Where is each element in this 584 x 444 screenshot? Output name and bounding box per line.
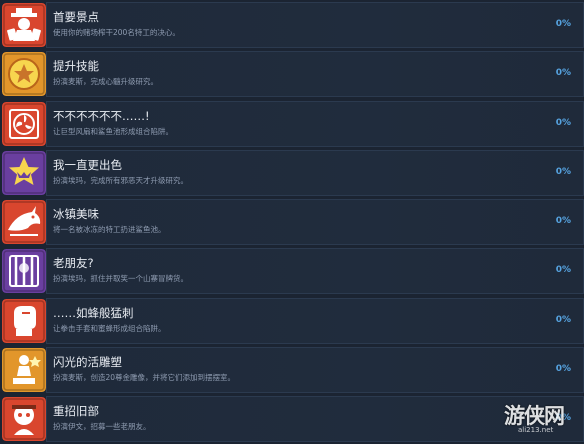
fan-trap-icon [2,102,46,146]
achievement-row[interactable]: 不不不不不不……! 让巨型风扇和鲨鱼池形成组合陷阱。 0% [0,101,584,149]
achievement-row[interactable]: 老朋友? 扮演埃玛，抓住并取笑一个山寨冒牌货。 0% [0,248,584,296]
achievement-description: 扮演麦斯，完成心髓升级研究。 [53,77,158,86]
achievement-row[interactable]: ……如蜂般猛刺 让拳击手套和蜜蜂形成组合陷阱。 0% [0,298,584,346]
watermark-url: ali213.net [518,426,554,434]
achievement-row[interactable]: 闪光的活雕塑 扮演麦斯，创造20尊金雕像，并将它们添加到摆摆室。 0% [0,347,584,395]
gangster-cards-icon-art [2,3,46,47]
achievement-title: 老朋友? [53,256,94,270]
golden-statue-icon-art [2,348,46,392]
achievement-title: 闪光的活雕塑 [53,355,122,369]
old-friends-icon-art [2,397,46,441]
achievement-description: 扮演麦斯，创造20尊金雕像，并将它们添加到摆摆室。 [53,373,236,382]
achievement-description: 扮演埃玛，完成所有邪恶天才升级研究。 [53,176,188,185]
achievement-panel: 不不不不不不……! 让巨型风扇和鲨鱼池形成组合陷阱。 0% [46,101,584,147]
achievement-percent: 0% [555,315,571,325]
achievement-description: 让巨型风扇和鲨鱼池形成组合陷阱。 [53,127,173,136]
watermark-logo: 游侠网 ali213.net [504,392,580,440]
achievement-percent: 0% [555,68,571,78]
achievement-title: 重招旧部 [53,404,99,418]
golden-statue-icon [2,348,46,392]
old-friends-icon [2,397,46,441]
achievement-description: 让拳击手套和蜜蜂形成组合陷阱。 [53,324,166,333]
boxing-glove-icon [2,299,46,343]
achievement-title: 我一直更出色 [53,158,122,172]
achievement-panel: 首要景点 使用你的赌场榨干200名特工的决心。 0% [46,2,584,48]
jail-bars-icon-art [2,249,46,293]
shark-icon-art [2,200,46,244]
achievement-panel: ……如蜂般猛刺 让拳击手套和蜜蜂形成组合陷阱。 0% [46,298,584,344]
achievement-title: 冰镇美味 [53,207,99,221]
jail-bars-icon [2,249,46,293]
achievement-panel: 冰镇美味 将一名被冰冻的特工扔进鲨鱼池。 0% [46,199,584,245]
achievement-title: 首要景点 [53,10,99,24]
achievement-row[interactable]: 首要景点 使用你的赌场榨干200名特工的决心。 0% [0,2,584,50]
achievement-row[interactable]: 我一直更出色 扮演埃玛，完成所有邪恶天才升级研究。 0% [0,150,584,198]
achievement-panel: 提升技能 扮演麦斯，完成心髓升级研究。 0% [46,51,584,97]
achievement-description: 将一名被冰冻的特工扔进鲨鱼池。 [53,225,166,234]
achievement-description: 使用你的赌场榨干200名特工的决心。 [53,28,180,37]
shark-icon [2,200,46,244]
fan-trap-icon-art [2,102,46,146]
star-villain-icon [2,151,46,195]
achievement-percent: 0% [555,216,571,226]
achievement-percent: 0% [555,265,571,275]
achievement-panel: 老朋友? 扮演埃玛，抓住并取笑一个山寨冒牌货。 0% [46,248,584,294]
achievement-percent: 0% [555,19,571,29]
achievement-description: 扮演伊文，招募一些老朋友。 [53,422,151,431]
achievement-panel: 闪光的活雕塑 扮演麦斯，创造20尊金雕像，并将它们添加到摆摆室。 0% [46,347,584,393]
achievement-title: 提升技能 [53,59,99,73]
achievement-description: 扮演埃玛，抓住并取笑一个山寨冒牌货。 [53,274,188,283]
gold-star-badge-icon [2,52,46,96]
achievement-title: 不不不不不不……! [53,109,150,123]
achievement-percent: 0% [555,364,571,374]
star-villain-icon-art [2,151,46,195]
achievement-row[interactable]: 重招旧部 扮演伊文，招募一些老朋友。 0% [0,396,584,444]
achievement-panel: 我一直更出色 扮演埃玛，完成所有邪恶天才升级研究。 0% [46,150,584,196]
gangster-cards-icon [2,3,46,47]
achievement-title: ……如蜂般猛刺 [53,306,134,320]
gold-star-badge-icon-art [2,52,46,96]
achievement-percent: 0% [555,118,571,128]
boxing-glove-icon-art [2,299,46,343]
achievement-row[interactable]: 冰镇美味 将一名被冰冻的特工扔进鲨鱼池。 0% [0,199,584,247]
achievement-percent: 0% [555,167,571,177]
achievement-row[interactable]: 提升技能 扮演麦斯，完成心髓升级研究。 0% [0,51,584,99]
